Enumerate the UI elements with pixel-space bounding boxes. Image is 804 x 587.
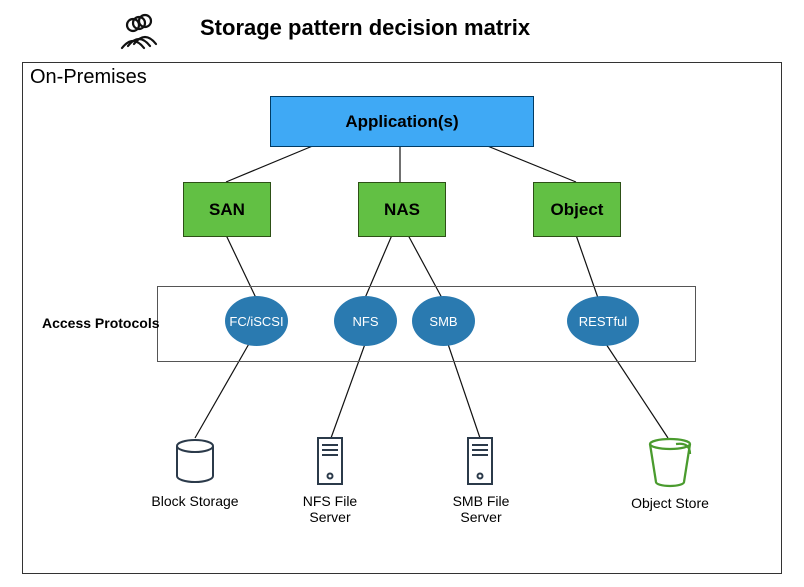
block-storage-label: Block Storage [150,493,240,509]
protocol-label: Access Protocols [42,315,160,331]
smb-server-label: SMB File Server [436,493,526,525]
object-store-label: Object Store [625,495,715,511]
restful-circle: RESTful [567,296,639,346]
application-box: Application(s) [270,96,534,147]
object-box: Object [533,182,621,237]
nfs-circle: NFS [334,296,397,346]
san-box: SAN [183,182,271,237]
diagram-title: Storage pattern decision matrix [200,15,530,41]
smb-circle: SMB [412,296,475,346]
fc-iscsi-circle: FC/iSCSI [225,296,288,346]
nfs-server-label: NFS File Server [285,493,375,525]
nas-box: NAS [358,182,446,237]
onprem-label: On-Premises [30,66,147,89]
